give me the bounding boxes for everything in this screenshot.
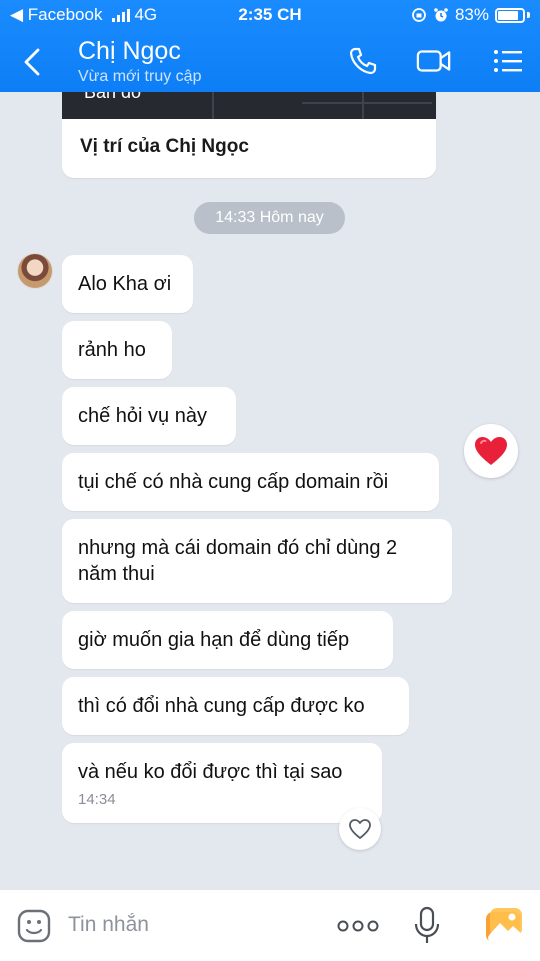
location-card[interactable]: Bản đồ Vị trí của Chị Ngọc (62, 92, 436, 178)
message-bubble[interactable]: tụi chế có nhà cung cấp domain rồi (62, 453, 439, 511)
video-call-button[interactable] (416, 44, 452, 78)
image-button[interactable] (484, 906, 524, 944)
message-text: nhưng mà cái domain đó chỉ dùng 2 năm th… (78, 537, 398, 585)
contact-status: Vừa mới truy cập (78, 68, 202, 85)
message-text: chế hỏi vụ này (78, 405, 207, 427)
message-text: thì có đổi nhà cung cấp được ko (78, 695, 365, 717)
status-right: 83% (411, 5, 530, 25)
menu-list-icon (494, 50, 522, 72)
orientation-lock-icon (412, 8, 426, 22)
back-button[interactable] (16, 44, 48, 80)
map-label: Bản đồ (84, 92, 142, 102)
heart-filled-icon (475, 437, 507, 465)
message-bubble[interactable]: Alo Kha ơi (62, 255, 193, 313)
battery-percent: 83% (454, 5, 489, 24)
avatar[interactable] (17, 253, 53, 289)
message-input-bar (0, 889, 540, 961)
emoji-icon (17, 909, 51, 943)
menu-button[interactable] (490, 44, 526, 78)
message-text: rảnh ho (78, 339, 146, 361)
more-dots-icon (337, 920, 379, 932)
location-text: Vị trí của Chị Ngọc (80, 136, 249, 157)
phone-icon (349, 47, 377, 75)
time-divider: 14:33 Hôm nay (194, 202, 345, 234)
status-bar: ◀ Facebook 4G 2:35 CH 83% (0, 0, 540, 30)
message-text: giờ muốn gia hạn để dùng tiếp (78, 629, 350, 651)
battery-icon (495, 7, 525, 23)
alarm-icon (434, 8, 448, 22)
message-bubble[interactable]: thì có đổi nhà cung cấp được ko (62, 677, 409, 735)
message-bubble[interactable]: nhưng mà cái domain đó chỉ dùng 2 năm th… (62, 519, 452, 603)
contact-name: Chị Ngọc (78, 37, 181, 65)
react-button[interactable] (339, 808, 381, 850)
message-text: tụi chế có nhà cung cấp domain rồi (78, 471, 389, 493)
chat-area[interactable]: Bản đồ Vị trí của Chị Ngọc 14:33 Hôm nay… (0, 92, 540, 889)
chevron-left-icon (24, 48, 40, 76)
message-text: và nếu ko đổi được thì tại sao (78, 761, 343, 783)
message-text: Alo Kha ơi (78, 273, 172, 295)
message-time: 14:34 (78, 791, 116, 808)
more-button[interactable] (336, 918, 380, 934)
chat-header: ◀ Facebook 4G 2:35 CH 83% Chị Ngọc Vừa m… (0, 0, 540, 92)
battery-cap (527, 12, 530, 18)
contact-title[interactable]: Chị Ngọc Vừa mới truy cập (78, 36, 201, 87)
voice-button[interactable] (412, 906, 442, 946)
message-input[interactable] (68, 910, 318, 940)
microphone-icon (414, 906, 440, 943)
message-bubble[interactable]: giờ muốn gia hạn để dùng tiếp (62, 611, 393, 669)
emoji-button[interactable] (16, 908, 52, 944)
message-bubble[interactable]: rảnh ho (62, 321, 172, 379)
heart-outline-icon (349, 819, 371, 839)
message-bubble[interactable]: và nếu ko đổi được thì tại sao 14:34 (62, 743, 382, 823)
map-preview[interactable]: Bản đồ (62, 92, 436, 119)
heart-reaction-button[interactable] (464, 424, 518, 478)
message-bubble[interactable]: chế hỏi vụ này (62, 387, 236, 445)
image-icon (486, 908, 522, 942)
call-button[interactable] (345, 44, 381, 78)
video-camera-icon (416, 50, 451, 72)
